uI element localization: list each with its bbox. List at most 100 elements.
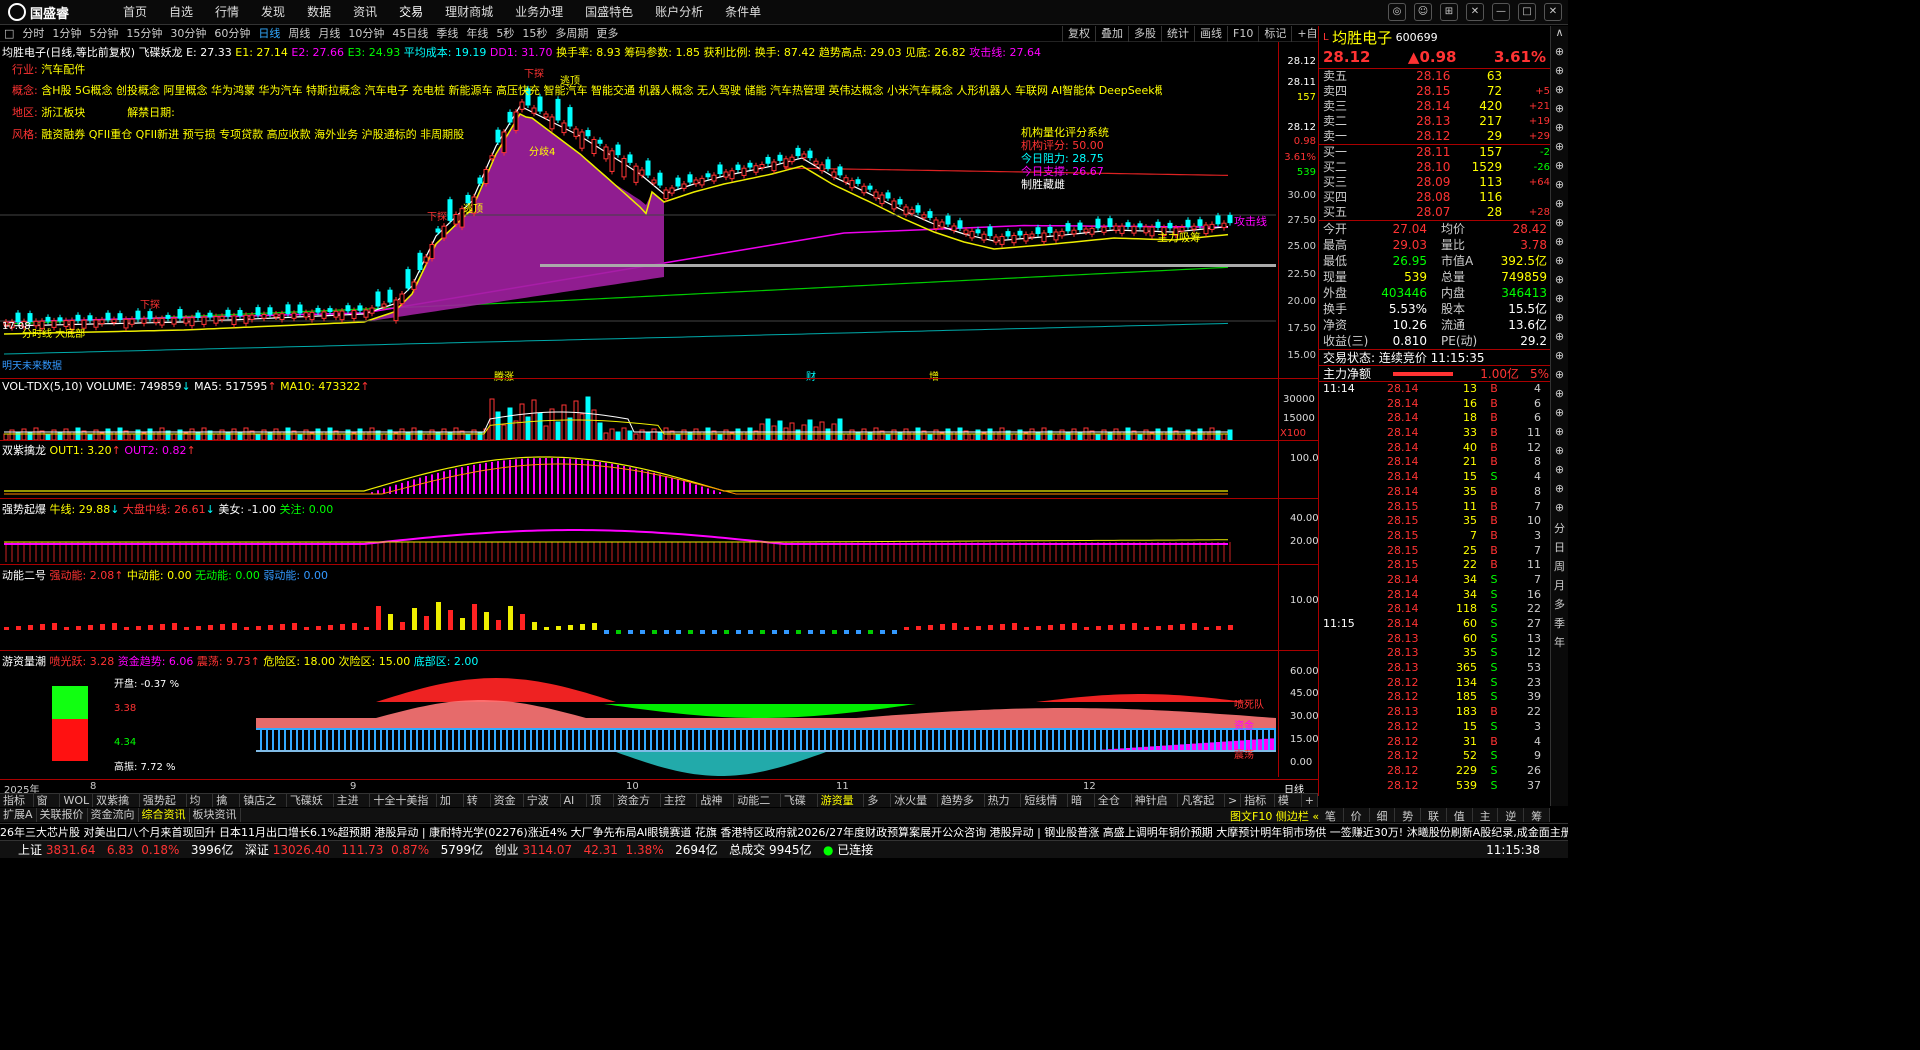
period-12[interactable]: 季线 xyxy=(432,26,462,41)
period-5[interactable]: 30分钟 xyxy=(166,26,210,41)
info-tab-3[interactable]: 综合资讯 xyxy=(139,808,190,822)
side-nav-item-24[interactable]: ⊕ xyxy=(1551,482,1568,501)
side-nav-item-5[interactable]: ⊕ xyxy=(1551,121,1568,140)
minimize-icon[interactable]: — xyxy=(1492,3,1510,21)
side-nav-item-1[interactable]: ⊕ xyxy=(1551,45,1568,64)
right-tab-0[interactable]: 笔 xyxy=(1318,808,1344,823)
indicator-tab-27[interactable]: 短线情绪 xyxy=(1021,794,1069,821)
period-3[interactable]: 5分钟 xyxy=(85,26,122,41)
app-logo[interactable]: 国盛睿 xyxy=(8,3,69,22)
side-nav-item-15[interactable]: ⊕ xyxy=(1551,311,1568,330)
info-tab-0[interactable]: 扩展A xyxy=(0,808,37,822)
menu-item-11[interactable]: 条件单 xyxy=(714,0,772,25)
indicator-tab-24[interactable]: 冰火量能 xyxy=(891,794,938,821)
indicator-tab-5[interactable]: 均线 xyxy=(187,794,214,821)
indicator-name[interactable]: 飞碟妖龙 xyxy=(139,46,183,58)
side-nav-item-6[interactable]: ⊕ xyxy=(1551,140,1568,159)
side-nav-item-28[interactable]: 周 xyxy=(1551,558,1568,577)
side-nav-item-22[interactable]: ⊕ xyxy=(1551,444,1568,463)
maximize-icon[interactable]: □ xyxy=(1518,3,1536,21)
period-7[interactable]: 日线 xyxy=(254,26,284,41)
indicator-tab-22[interactable]: 游资量潮 xyxy=(818,794,865,821)
side-nav-item-16[interactable]: ⊕ xyxy=(1551,330,1568,349)
period-15[interactable]: 15秒 xyxy=(518,26,551,41)
right-tab-7[interactable]: 逆 xyxy=(1498,808,1525,823)
indicator-tab-11[interactable]: 加仓 xyxy=(437,794,464,821)
indicator-tab-23[interactable]: 多空 xyxy=(864,794,892,821)
side-nav-item-10[interactable]: ⊕ xyxy=(1551,216,1568,235)
menu-item-1[interactable]: 自选 xyxy=(158,0,204,25)
side-nav-item-7[interactable]: ⊕ xyxy=(1551,159,1568,178)
indicator-tab-3[interactable]: 双紫擒龙 xyxy=(93,794,140,821)
side-nav-item-19[interactable]: ⊕ xyxy=(1551,387,1568,406)
close-icon[interactable]: ✕ xyxy=(1544,3,1562,21)
period-6[interactable]: 60分钟 xyxy=(210,26,254,41)
period-9[interactable]: 月线 xyxy=(314,26,344,41)
menu-item-4[interactable]: 数据 xyxy=(296,0,342,25)
indicator-tab-8[interactable]: 飞碟妖龙 xyxy=(287,794,334,821)
side-nav-item-8[interactable]: ⊕ xyxy=(1551,178,1568,197)
indicator-tab-1[interactable]: 窗口 xyxy=(34,794,61,821)
side-nav-item-14[interactable]: ⊕ xyxy=(1551,292,1568,311)
period-8[interactable]: 周线 xyxy=(284,26,314,41)
indicator-tab-7[interactable]: 镇店之宝 xyxy=(240,794,287,821)
right-tab-6[interactable]: 主 xyxy=(1473,808,1499,823)
indicator-tab-6[interactable]: 擒龙 xyxy=(213,794,241,821)
menu-item-9[interactable]: 国盛特色 xyxy=(574,0,644,25)
side-nav-item-30[interactable]: 多 xyxy=(1551,596,1568,615)
period-17[interactable]: 更多 xyxy=(592,26,622,41)
side-nav-item-27[interactable]: 日 xyxy=(1551,539,1568,558)
indicator-tab-19[interactable]: 战神号 xyxy=(697,794,735,821)
side-nav-item-11[interactable]: ⊕ xyxy=(1551,235,1568,254)
indicator-tab-13[interactable]: 资金2 xyxy=(491,794,524,821)
menu-item-10[interactable]: 账户分析 xyxy=(644,0,714,25)
side-nav-item-31[interactable]: 季 xyxy=(1551,615,1568,634)
right-tab-4[interactable]: 联 xyxy=(1421,808,1447,823)
info-tab-2[interactable]: 资金流向 xyxy=(88,808,139,822)
indicator-tab-29[interactable]: 全仓买 xyxy=(1095,794,1132,821)
indicator-tab-18[interactable]: 主控盘 xyxy=(661,794,698,821)
period-0[interactable]: □ xyxy=(0,26,18,41)
f10-sidebar-toggle[interactable]: 图文F10 侧边栏 « xyxy=(1230,808,1319,824)
menu-item-8[interactable]: 业务办理 xyxy=(504,0,574,25)
indicator-tab-16[interactable]: 顶底 xyxy=(587,794,614,821)
side-nav-item-0[interactable]: ∧ xyxy=(1551,26,1568,45)
menu-item-0[interactable]: 首页 xyxy=(112,0,158,25)
side-nav-item-2[interactable]: ⊕ xyxy=(1551,64,1568,83)
side-nav-item-20[interactable]: ⊕ xyxy=(1551,406,1568,425)
info-tab-4[interactable]: 板块资讯 xyxy=(190,808,241,822)
side-nav-item-21[interactable]: ⊕ xyxy=(1551,425,1568,444)
side-nav-item-32[interactable]: 年 xyxy=(1551,634,1568,653)
tool-btn-5[interactable]: F10 xyxy=(1227,26,1258,42)
indicator-tab-35[interactable]: + xyxy=(1302,794,1318,807)
side-nav-item-3[interactable]: ⊕ xyxy=(1551,83,1568,102)
tool-icon[interactable]: ✕ xyxy=(1466,3,1484,21)
user-icon[interactable]: ☺ xyxy=(1414,3,1432,21)
menu-item-5[interactable]: 资讯 xyxy=(342,0,388,25)
tool-btn-1[interactable]: 叠加 xyxy=(1095,26,1128,42)
indicator-tab-33[interactable]: 指标B xyxy=(1241,794,1275,821)
side-nav-item-25[interactable]: ⊕ xyxy=(1551,501,1568,520)
tick-list[interactable]: 11:14 28.14 13 B 4 28.14 16 B 6 28.14 18 B 6 28.14 33 B… xyxy=(1319,381,1550,793)
side-nav-item-17[interactable]: ⊕ xyxy=(1551,349,1568,368)
indicator-tab-15[interactable]: AI龙 xyxy=(561,794,588,821)
indicator-tab-0[interactable]: 指标A xyxy=(0,794,34,821)
indicator-tab-28[interactable]: 暗盘 xyxy=(1068,794,1095,821)
period-1[interactable]: 分时 xyxy=(18,26,48,41)
indicator-tab-14[interactable]: 宁波帮 xyxy=(524,794,561,821)
tool-btn-2[interactable]: 多股 xyxy=(1128,26,1161,42)
menu-item-3[interactable]: 发现 xyxy=(250,0,296,25)
period-13[interactable]: 年线 xyxy=(462,26,492,41)
indicator-tab-32[interactable]: > xyxy=(1225,794,1242,807)
period-14[interactable]: 5秒 xyxy=(492,26,518,41)
period-4[interactable]: 15分钟 xyxy=(122,26,166,41)
side-nav-item-26[interactable]: 分 xyxy=(1551,520,1568,539)
right-tab-8[interactable]: 筹 xyxy=(1524,808,1551,823)
side-nav-item-23[interactable]: ⊕ xyxy=(1551,463,1568,482)
grid-icon[interactable]: ⊞ xyxy=(1440,3,1458,21)
side-nav-item-29[interactable]: 月 xyxy=(1551,577,1568,596)
right-tab-2[interactable]: 细 xyxy=(1370,808,1396,823)
indicator-tab-34[interactable]: 模板 xyxy=(1275,794,1302,821)
indicator-tab-10[interactable]: 十全十美指标 xyxy=(370,794,437,821)
indicator-tab-25[interactable]: 趋势多空 xyxy=(938,794,985,821)
